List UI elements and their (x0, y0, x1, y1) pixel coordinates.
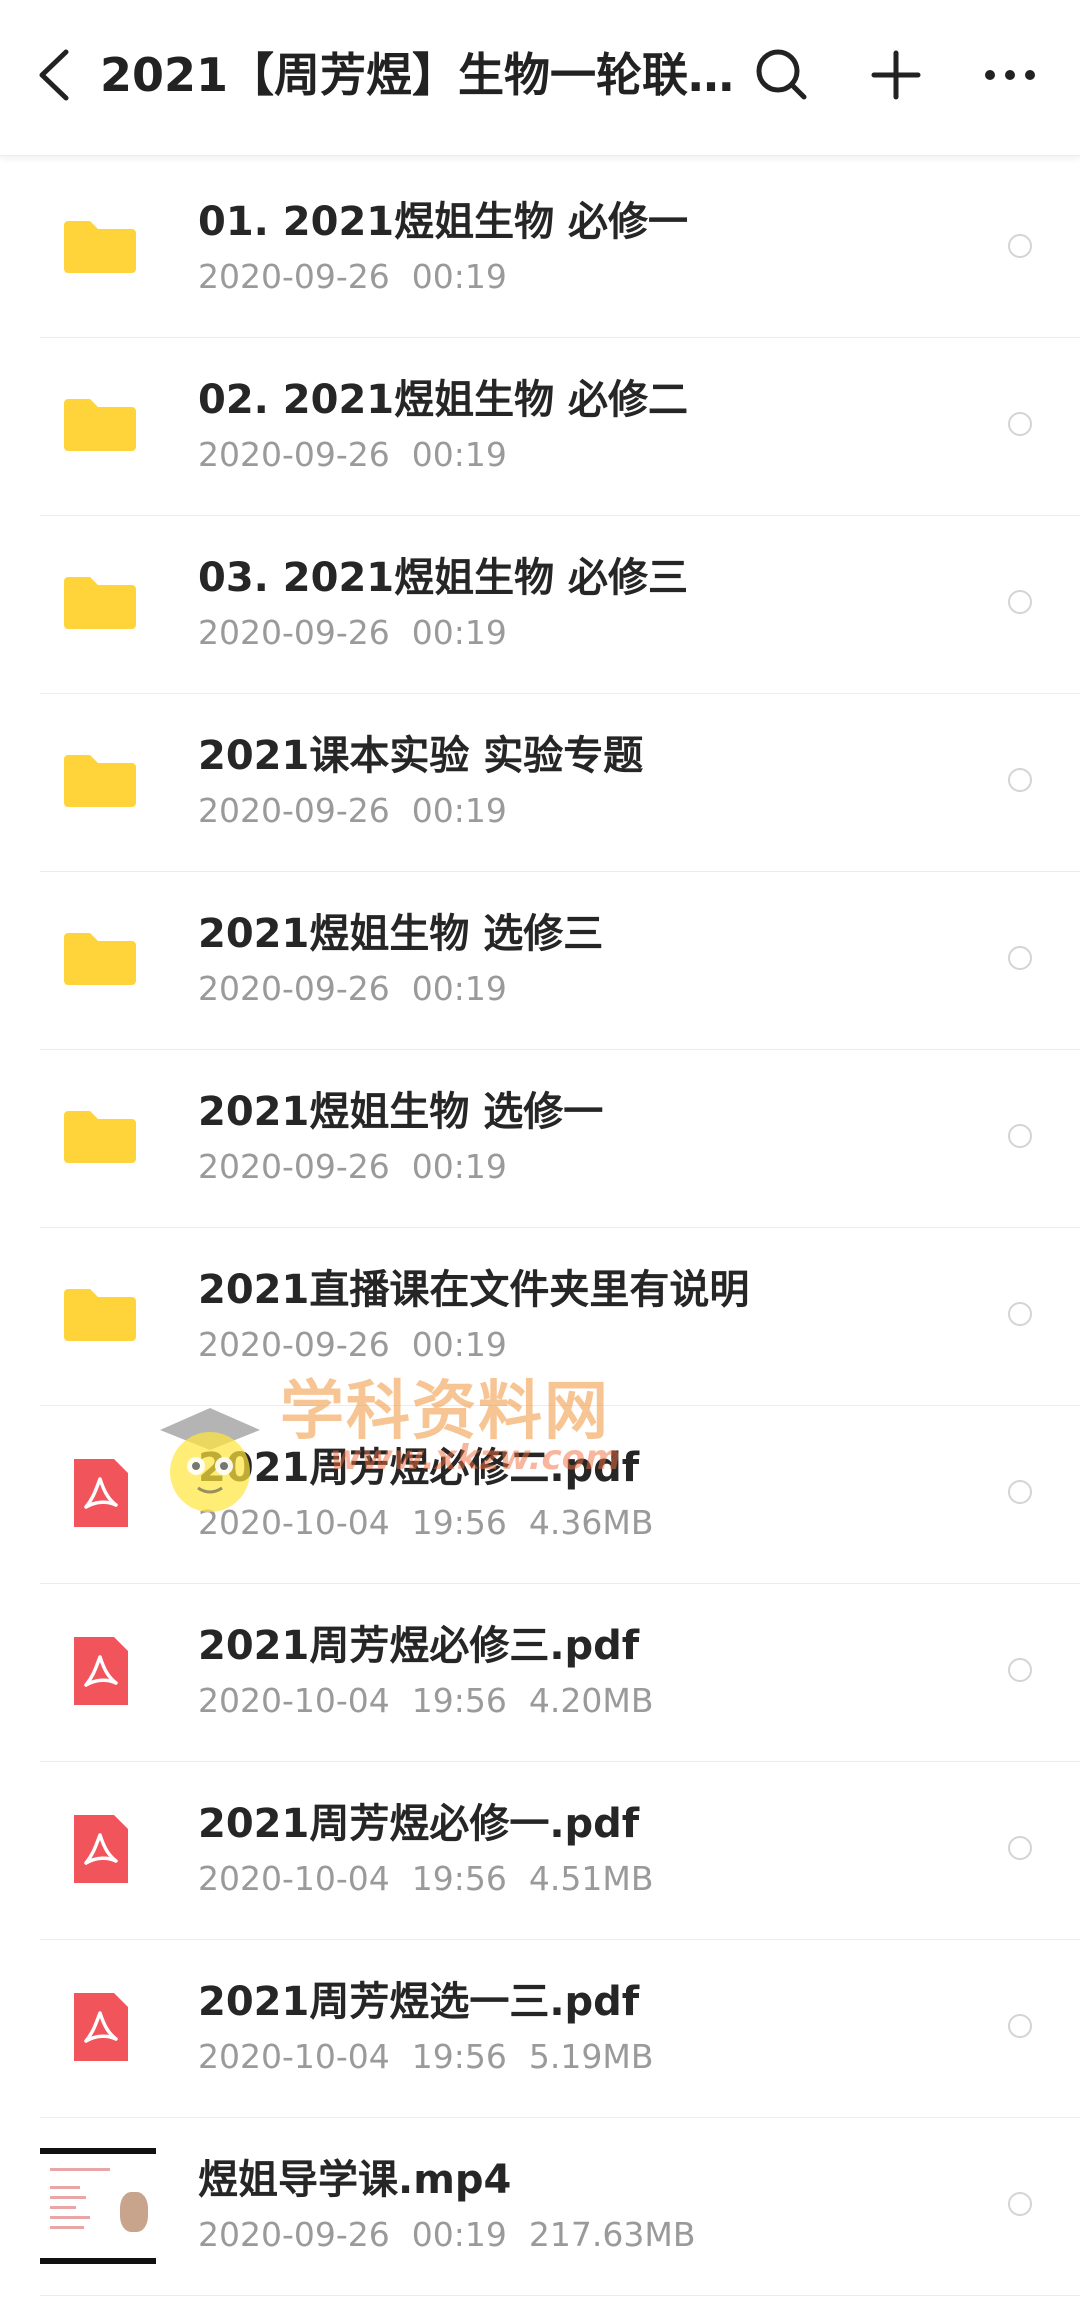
file-meta: 2020-09-26 00:19 (198, 255, 529, 299)
select-radio[interactable] (1008, 412, 1032, 436)
file-date: 2020-10-04 (198, 2037, 390, 2076)
select-radio[interactable] (1008, 2014, 1032, 2038)
file-date: 2020-10-04 (198, 1859, 390, 1898)
video-thumbnail (40, 2148, 156, 2264)
file-date: 2020-09-26 (198, 791, 390, 830)
file-date: 2020-09-26 (198, 1325, 390, 1364)
file-time: 00:19 (411, 613, 507, 652)
folder-icon (64, 755, 136, 807)
file-date: 2020-10-04 (198, 1681, 390, 1720)
select-radio[interactable] (1008, 590, 1032, 614)
file-list-item[interactable]: 2021周芳煜必修三.pdf 2020-10-04 19:56 4.20MB (0, 1584, 1080, 1762)
select-radio[interactable] (1008, 1124, 1032, 1148)
file-meta: 2020-09-26 00:19 (198, 1145, 529, 1189)
search-icon[interactable] (752, 45, 812, 105)
file-time: 00:19 (411, 2215, 507, 2254)
file-date: 2020-09-26 (198, 613, 390, 652)
divider (40, 2295, 1080, 2296)
pdf-file-icon (74, 1993, 128, 2061)
plus-icon[interactable] (866, 45, 926, 105)
file-meta: 2020-10-04 19:56 5.19MB (198, 2035, 675, 2079)
file-date: 2020-10-04 (198, 1503, 390, 1542)
file-name: 2021煜姐生物 选修三 (198, 911, 604, 957)
file-size: 4.36MB (528, 1503, 654, 1542)
file-date: 2020-09-26 (198, 435, 390, 474)
file-date: 2020-09-26 (198, 1147, 390, 1186)
file-meta: 2020-09-26 00:19 (198, 1323, 529, 1367)
file-time: 19:56 (411, 1681, 507, 1720)
file-list-item[interactable]: 2021课本实验 实验专题 2020-09-26 00:19 (0, 694, 1080, 872)
file-date: 2020-09-26 (198, 969, 390, 1008)
file-list-item[interactable]: 煜姐导学课.mp4 2020-09-26 00:19 217.63MB (0, 2118, 1080, 2296)
chevron-left-icon[interactable] (30, 40, 80, 110)
file-meta: 2020-10-04 19:56 4.20MB (198, 1679, 675, 1723)
file-list-item[interactable]: 2021直播课在文件夹里有说明 2020-09-26 00:19 (0, 1228, 1080, 1406)
file-time: 19:56 (411, 2037, 507, 2076)
file-meta: 2020-09-26 00:19 217.63MB (198, 2213, 717, 2257)
file-time: 00:19 (411, 1147, 507, 1186)
file-meta: 2020-09-26 00:19 (198, 611, 529, 655)
file-list-item[interactable]: 2021周芳煜选一三.pdf 2020-10-04 19:56 5.19MB (0, 1940, 1080, 2118)
select-radio[interactable] (1008, 1480, 1032, 1504)
file-time: 19:56 (411, 1859, 507, 1898)
file-name: 01. 2021煜姐生物 必修一 (198, 199, 689, 245)
folder-icon (64, 1111, 136, 1163)
top-app-bar: 2021【周芳煜】生物一轮联... (0, 0, 1080, 156)
folder-icon (64, 933, 136, 985)
file-meta: 2020-09-26 00:19 (198, 967, 529, 1011)
file-name: 2021周芳煜必修二.pdf (198, 1445, 640, 1491)
file-time: 00:19 (411, 969, 507, 1008)
file-meta: 2020-09-26 00:19 (198, 789, 529, 833)
file-list-item[interactable]: 2021煜姐生物 选修三 2020-09-26 00:19 (0, 872, 1080, 1050)
file-time: 19:56 (411, 1503, 507, 1542)
pdf-file-icon (74, 1637, 128, 1705)
folder-icon (64, 399, 136, 451)
select-radio[interactable] (1008, 1836, 1032, 1860)
select-radio[interactable] (1008, 234, 1032, 258)
file-name: 2021周芳煜必修一.pdf (198, 1801, 640, 1847)
file-meta: 2020-10-04 19:56 4.51MB (198, 1857, 675, 1901)
select-radio[interactable] (1008, 1658, 1032, 1682)
file-list-item[interactable]: 2021周芳煜必修一.pdf 2020-10-04 19:56 4.51MB (0, 1762, 1080, 1940)
file-meta: 2020-09-26 00:19 (198, 433, 529, 477)
more-horizontal-icon[interactable] (980, 45, 1040, 105)
folder-icon (64, 221, 136, 273)
file-date: 2020-09-26 (198, 257, 390, 296)
folder-icon (64, 577, 136, 629)
file-name: 2021周芳煜必修三.pdf (198, 1623, 640, 1669)
file-time: 00:19 (411, 257, 507, 296)
file-list-item[interactable]: 2021周芳煜必修二.pdf 2020-10-04 19:56 4.36MB (0, 1406, 1080, 1584)
file-name: 2021煜姐生物 选修一 (198, 1089, 604, 1135)
folder-icon (64, 1289, 136, 1341)
file-list-item[interactable]: 03. 2021煜姐生物 必修三 2020-09-26 00:19 (0, 516, 1080, 694)
file-list: 01. 2021煜姐生物 必修一 2020-09-26 00:19 02. 2021煜… (0, 160, 1080, 2296)
select-radio[interactable] (1008, 1302, 1032, 1326)
page-title: 2021【周芳煜】生物一轮联... (100, 48, 740, 102)
file-list-item[interactable]: 2021煜姐生物 选修一 2020-09-26 00:19 (0, 1050, 1080, 1228)
pdf-file-icon (74, 1815, 128, 1883)
file-name: 2021直播课在文件夹里有说明 (198, 1267, 750, 1313)
file-time: 00:19 (411, 435, 507, 474)
file-name: 2021课本实验 实验专题 (198, 733, 644, 779)
file-list-item[interactable]: 01. 2021煜姐生物 必修一 2020-09-26 00:19 (0, 160, 1080, 338)
file-time: 00:19 (411, 1325, 507, 1364)
select-radio[interactable] (1008, 768, 1032, 792)
file-size: 217.63MB (528, 2215, 696, 2254)
file-name: 03. 2021煜姐生物 必修三 (198, 555, 689, 601)
file-size: 4.20MB (528, 1681, 654, 1720)
file-list-item[interactable]: 02. 2021煜姐生物 必修二 2020-09-26 00:19 (0, 338, 1080, 516)
file-name: 02. 2021煜姐生物 必修二 (198, 377, 689, 423)
pdf-file-icon (74, 1459, 128, 1527)
select-radio[interactable] (1008, 2192, 1032, 2216)
file-name: 煜姐导学课.mp4 (198, 2157, 512, 2203)
select-radio[interactable] (1008, 946, 1032, 970)
file-size: 5.19MB (528, 2037, 654, 2076)
file-size: 4.51MB (528, 1859, 654, 1898)
file-meta: 2020-10-04 19:56 4.36MB (198, 1501, 675, 1545)
file-time: 00:19 (411, 791, 507, 830)
file-date: 2020-09-26 (198, 2215, 390, 2254)
file-name: 2021周芳煜选一三.pdf (198, 1979, 640, 2025)
